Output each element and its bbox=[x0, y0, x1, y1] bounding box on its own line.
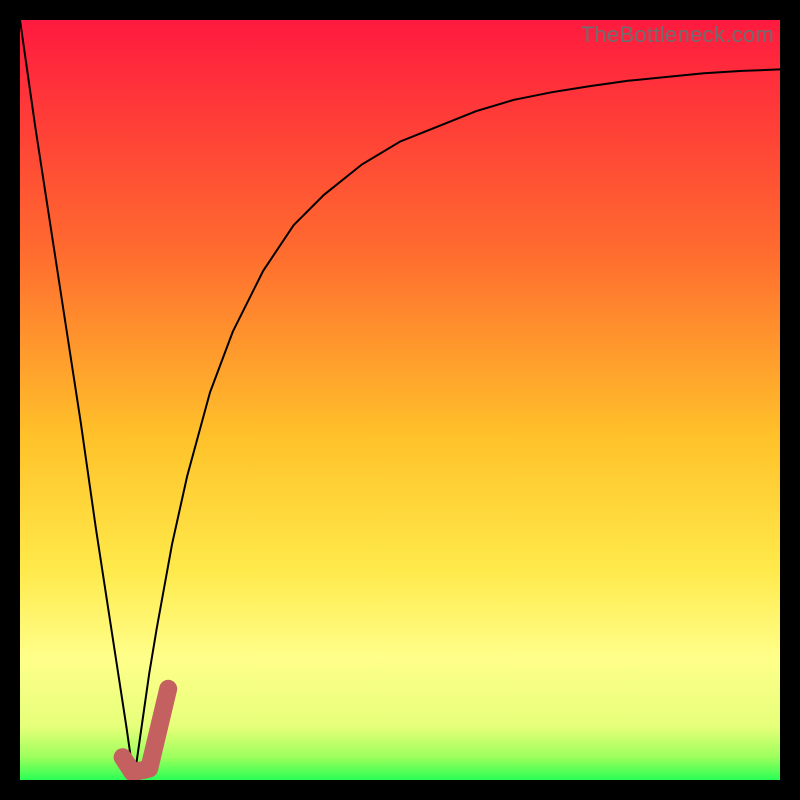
bottleneck-curve-left bbox=[20, 20, 134, 780]
plot-area: TheBottleneck.com bbox=[20, 20, 780, 780]
curve-layer bbox=[20, 20, 780, 780]
bottleneck-curve-right bbox=[134, 69, 780, 780]
chart-frame: TheBottleneck.com bbox=[0, 0, 800, 800]
watermark-text: TheBottleneck.com bbox=[581, 22, 774, 48]
